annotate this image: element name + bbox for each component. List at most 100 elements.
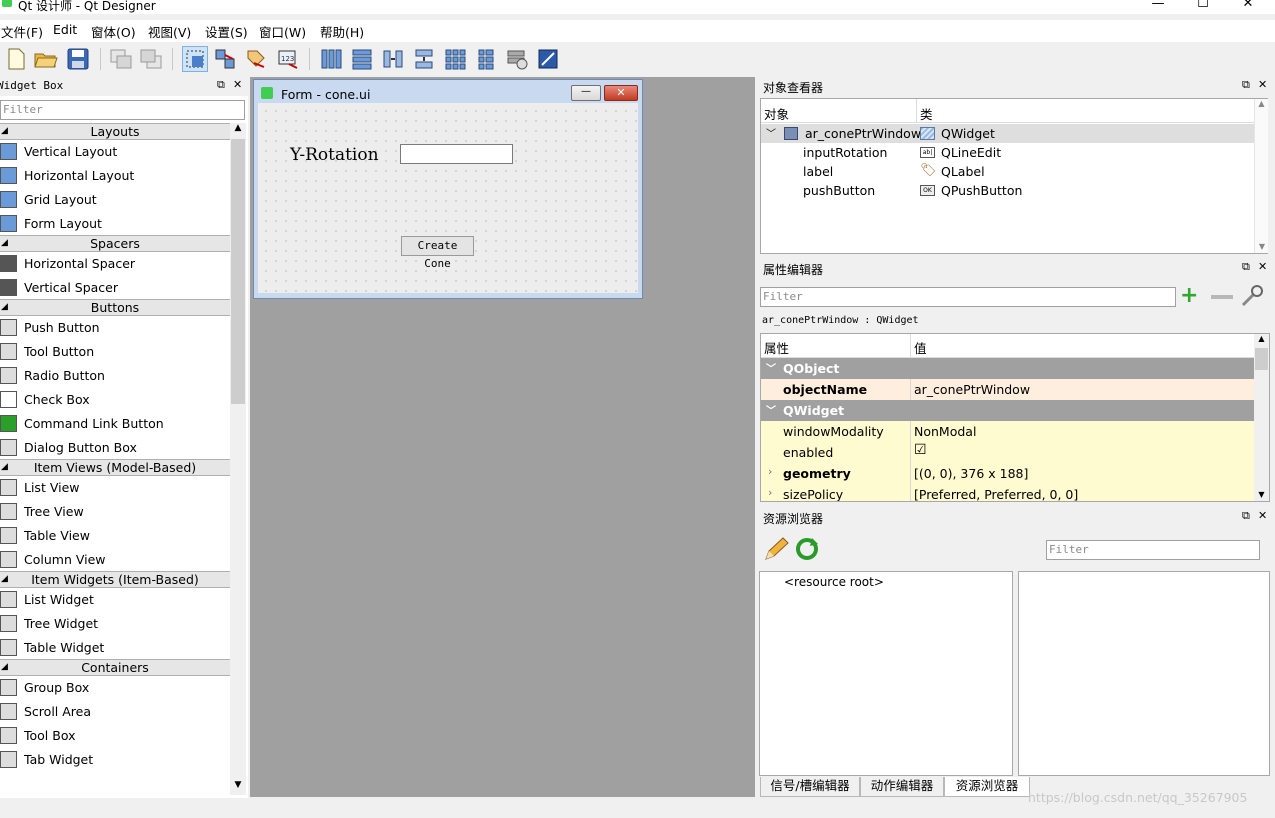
- open-folder-icon[interactable]: [33, 46, 59, 72]
- widget-item[interactable]: List Widget: [0, 588, 230, 612]
- close-icon[interactable]: ✕: [233, 78, 242, 91]
- close-button[interactable]: ✕: [1225, 0, 1271, 11]
- menu-view[interactable]: 视图(V): [148, 22, 191, 41]
- category-header[interactable]: ◢ Item Widgets (Item-Based): [0, 571, 230, 588]
- category-header[interactable]: ◢ Containers: [0, 659, 230, 676]
- widget-item[interactable]: Column View: [0, 548, 230, 572]
- widget-item[interactable]: Tab Widget: [0, 748, 230, 772]
- widget-item[interactable]: Grid Layout: [0, 188, 230, 212]
- property-value[interactable]: [Preferred, Preferred, 0, 0]: [914, 487, 1078, 501]
- widget-item[interactable]: Dialog Button Box: [0, 436, 230, 460]
- chevron-right-icon[interactable]: ›: [768, 465, 772, 478]
- menu-settings[interactable]: 设置(S): [205, 22, 248, 41]
- property-value[interactable]: [(0, 0), 376 x 188]: [914, 466, 1028, 481]
- layout-grid-icon[interactable]: [442, 46, 468, 72]
- chevron-down-icon[interactable]: ◢: [1, 460, 8, 475]
- form-close-button[interactable]: ✕: [604, 85, 638, 101]
- property-row[interactable]: windowModality NonModal: [761, 421, 1254, 442]
- layout-vertically-icon[interactable]: [349, 46, 375, 72]
- enabled-checkbox[interactable]: ☑: [914, 442, 927, 458]
- resource-filter-input[interactable]: Filter: [1046, 540, 1260, 560]
- edit-buddies-icon[interactable]: [243, 46, 269, 72]
- edit-tab-order-icon[interactable]: 123: [275, 46, 301, 72]
- widget-item[interactable]: List View: [0, 476, 230, 500]
- maximize-button[interactable]: ☐: [1180, 0, 1226, 11]
- tab-action-editor[interactable]: 动作编辑器: [860, 777, 944, 797]
- add-property-icon[interactable]: +: [1180, 284, 1198, 308]
- layout-form-icon[interactable]: [473, 46, 499, 72]
- chevron-down-icon[interactable]: ◢: [1, 124, 8, 139]
- group-qobject[interactable]: ﹀ QObject: [761, 358, 1254, 379]
- chevron-down-icon[interactable]: ﹀: [766, 360, 776, 375]
- close-icon[interactable]: ✕: [1258, 260, 1267, 273]
- tree-row[interactable]: inputRotation ab| QLineEdit: [761, 143, 1254, 162]
- tree-row[interactable]: pushButton OK QPushButton: [761, 181, 1254, 200]
- property-row[interactable]: › geometry [(0, 0), 376 x 188]: [761, 463, 1254, 484]
- tab-signal-slot-editor[interactable]: 信号/槽编辑器: [760, 777, 860, 797]
- reload-icon[interactable]: [794, 536, 820, 562]
- edit-widgets-icon[interactable]: [182, 46, 208, 72]
- widget-item[interactable]: Push Button: [0, 316, 230, 340]
- chevron-down-icon[interactable]: ﹀: [766, 125, 776, 140]
- layout-horizontally-icon[interactable]: [318, 46, 344, 72]
- layout-v-splitter-icon[interactable]: [411, 46, 437, 72]
- chevron-down-icon[interactable]: ◢: [1, 300, 8, 315]
- layout-h-splitter-icon[interactable]: [380, 46, 406, 72]
- widget-item[interactable]: Table View: [0, 524, 230, 548]
- property-scrollbar[interactable]: ▲ ▼: [1254, 334, 1269, 501]
- category-header[interactable]: ◢ Item Views (Model-Based): [0, 459, 230, 476]
- float-icon[interactable]: ⧉: [1242, 509, 1250, 523]
- property-row[interactable]: › sizePolicy [Preferred, Preferred, 0, 0…: [761, 484, 1254, 501]
- menu-form[interactable]: 窗体(O): [91, 22, 136, 41]
- property-row[interactable]: objectName ar_conePtrWindow: [761, 379, 1254, 400]
- chevron-down-icon[interactable]: ◢: [1, 572, 8, 587]
- adjust-size-icon[interactable]: [535, 46, 561, 72]
- property-value[interactable]: NonModal: [914, 424, 976, 439]
- chevron-down-icon[interactable]: ◢: [1, 236, 8, 251]
- new-file-icon[interactable]: [3, 46, 29, 72]
- widget-item[interactable]: Vertical Spacer: [0, 276, 230, 300]
- tree-row[interactable]: label 🏷 QLabel: [761, 162, 1254, 181]
- property-value[interactable]: ar_conePtrWindow: [914, 382, 1030, 397]
- configure-wrench-icon[interactable]: [1240, 284, 1266, 308]
- chevron-down-icon[interactable]: ◢: [1, 660, 8, 675]
- widget-item[interactable]: Vertical Layout: [0, 140, 230, 164]
- category-header[interactable]: ◢ Buttons: [0, 299, 230, 316]
- menu-file[interactable]: 文件(F): [1, 22, 43, 41]
- edit-signals-slots-icon[interactable]: [212, 46, 238, 72]
- tab-resource-browser[interactable]: 资源浏览器: [944, 777, 1030, 797]
- send-to-back-icon[interactable]: [108, 46, 134, 72]
- widget-item[interactable]: Tool Button: [0, 340, 230, 364]
- widget-filter-input[interactable]: Filter: [0, 100, 245, 120]
- category-header[interactable]: ◢ Layouts: [0, 123, 230, 140]
- property-row[interactable]: enabled ☑: [761, 442, 1254, 463]
- float-icon[interactable]: ⧉: [217, 78, 225, 92]
- widget-item[interactable]: Scroll Area: [0, 700, 230, 724]
- rotation-input[interactable]: [400, 144, 513, 164]
- resource-root[interactable]: <resource root>: [784, 575, 884, 589]
- break-layout-icon[interactable]: [504, 46, 530, 72]
- edit-resources-pencil-icon[interactable]: [763, 536, 789, 562]
- widget-list-scrollbar[interactable]: ▲ ▼: [230, 123, 246, 795]
- form-canvas[interactable]: Y-Rotation Create Cone: [258, 103, 638, 293]
- close-icon[interactable]: ✕: [1258, 509, 1267, 522]
- widget-item[interactable]: Radio Button: [0, 364, 230, 388]
- widget-item[interactable]: Horizontal Spacer: [0, 252, 230, 276]
- widget-item[interactable]: Command Link Button: [0, 412, 230, 436]
- category-header[interactable]: ◢ Spacers: [0, 235, 230, 252]
- float-icon[interactable]: ⧉: [1242, 78, 1250, 92]
- widget-item[interactable]: Form Layout: [0, 212, 230, 236]
- bring-to-front-icon[interactable]: [138, 46, 164, 72]
- widget-item[interactable]: Tree Widget: [0, 612, 230, 636]
- widget-item[interactable]: Tool Box: [0, 724, 230, 748]
- chevron-down-icon[interactable]: ﹀: [766, 402, 776, 417]
- widget-item[interactable]: Table Widget: [0, 636, 230, 660]
- widget-item[interactable]: Tree View: [0, 500, 230, 524]
- tree-scrollbar[interactable]: ▲ ▼: [1254, 99, 1268, 253]
- widget-item[interactable]: Group Box: [0, 676, 230, 700]
- widget-item[interactable]: Check Box: [0, 388, 230, 412]
- menu-help[interactable]: 帮助(H): [320, 22, 364, 41]
- menu-edit[interactable]: Edit: [53, 22, 77, 37]
- widget-item[interactable]: Horizontal Layout: [0, 164, 230, 188]
- menu-window[interactable]: 窗口(W): [259, 22, 306, 41]
